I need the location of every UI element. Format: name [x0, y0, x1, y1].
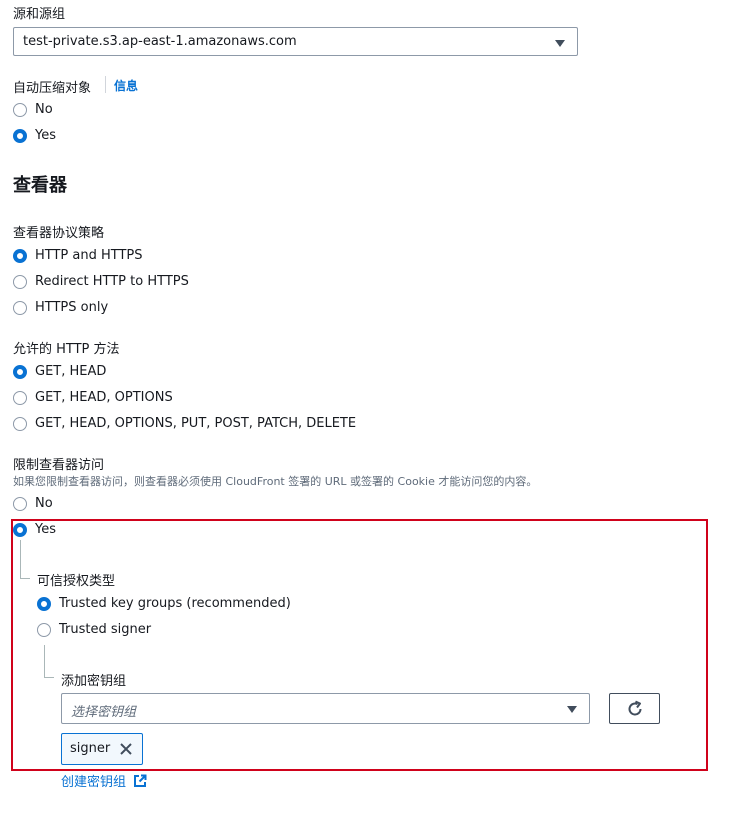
methods-get-head-options-radio[interactable] [13, 391, 27, 405]
close-icon[interactable] [119, 742, 133, 756]
methods-get-head-radio[interactable] [13, 365, 27, 379]
methods-get-head-options-label: GET, HEAD, OPTIONS [35, 390, 173, 405]
methods-label: 允许的 HTTP 方法 [13, 342, 120, 357]
key-groups-select[interactable]: 选择密钥组 [61, 693, 590, 724]
restrict-label: 限制查看器访问 [13, 458, 105, 473]
restrict-no-radio[interactable] [13, 497, 27, 511]
trusted-signer-label: Trusted signer [59, 622, 152, 637]
protocol-redirect-radio[interactable] [13, 275, 27, 289]
origin-select[interactable]: test-private.s3.ap-east-1.amazonaws.com [13, 27, 578, 56]
protocol-https-only-radio[interactable] [13, 301, 27, 315]
external-link-icon [134, 774, 147, 787]
compress-yes-label: Yes [35, 128, 56, 143]
tree-connector-horizontal-2 [44, 677, 54, 678]
trusted-key-groups-label: Trusted key groups (recommended) [59, 596, 291, 611]
key-groups-placeholder: 选择密钥组 [71, 705, 137, 720]
methods-all-label: GET, HEAD, OPTIONS, PUT, POST, PATCH, DE… [35, 416, 357, 431]
refresh-button[interactable] [609, 693, 660, 724]
origin-label: 源和源组 [13, 7, 66, 22]
compress-yes-radio[interactable] [13, 129, 27, 143]
trusted-signer-radio[interactable] [37, 623, 51, 637]
compress-info-link[interactable]: 信息 [114, 77, 138, 94]
origin-select-value: test-private.s3.ap-east-1.amazonaws.com [23, 34, 297, 49]
tree-connector-vertical [20, 540, 21, 578]
compress-label: 自动压缩对象 [13, 81, 92, 96]
protocol-redirect-label: Redirect HTTP to HTTPS [35, 274, 189, 289]
viewer-heading: 查看器 [13, 175, 67, 196]
compress-no-label: No [35, 102, 53, 117]
methods-all-radio[interactable] [13, 417, 27, 431]
token-label: signer [70, 741, 111, 756]
caret-down-icon [555, 40, 565, 47]
tree-connector-horizontal [20, 578, 30, 579]
compress-no-radio[interactable] [13, 103, 27, 117]
caret-down-icon [567, 706, 577, 713]
create-key-group-link[interactable]: 创建密钥组 [61, 771, 147, 790]
key-group-token: signer [61, 733, 143, 765]
create-key-group-link-text: 创建密钥组 [61, 775, 127, 790]
protocol-label: 查看器协议策略 [13, 226, 105, 241]
trusted-key-groups-radio[interactable] [37, 597, 51, 611]
protocol-http-https-label: HTTP and HTTPS [35, 248, 143, 263]
restrict-description: 如果您限制查看器访问，则查看器必须使用 CloudFront 签署的 URL 或… [13, 475, 538, 488]
label-divider [105, 76, 106, 93]
protocol-http-https-radio[interactable] [13, 249, 27, 263]
methods-get-head-label: GET, HEAD [35, 364, 107, 379]
restrict-no-label: No [35, 496, 53, 511]
trusted-type-label: 可信授权类型 [37, 574, 116, 589]
key-groups-label: 添加密钥组 [61, 674, 127, 689]
protocol-https-only-label: HTTPS only [35, 300, 109, 315]
refresh-icon [628, 700, 642, 716]
tree-connector-vertical-2 [44, 645, 45, 677]
